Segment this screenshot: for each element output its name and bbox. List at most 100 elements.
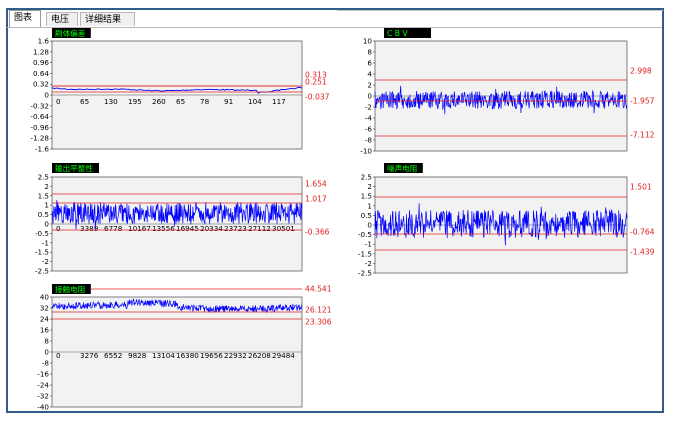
y-tick-label: 1.28 [33, 47, 49, 56]
x-tick-label: 3276 [80, 351, 99, 360]
chart-panel: 1.61.28 0.96 0.64 0.32 0 -0.32 -0.64 -0.96 -1.28… [30, 28, 330, 154]
y-tick-label: 0.64 [33, 69, 49, 78]
chart-title: 接触电阻 [55, 284, 86, 294]
chart-title: 输出平整性 [55, 163, 93, 173]
limit-value-label: -1.439 [630, 248, 655, 257]
y-tick-label: -2 [365, 103, 372, 112]
x-tick-label: 78 [200, 97, 210, 106]
y-tick-label: 0 [367, 92, 372, 101]
limit-value-label: 1.654 [305, 180, 327, 189]
y-tick-label: 1 [367, 201, 372, 210]
x-tick-label: 0 [56, 351, 61, 360]
y-tick-label: 16 [40, 326, 50, 335]
y-tick-label: 0 [44, 220, 49, 229]
x-tick-label: 10167 [128, 224, 151, 233]
x-tick-label: 30501 [272, 224, 295, 233]
x-tick-label: 0 [56, 224, 61, 233]
y-tick-label: 4 [367, 70, 372, 79]
y-tick-label: 2.5 [38, 173, 49, 182]
y-tick-label: 8 [44, 337, 49, 346]
y-tick-label: 1.5 [361, 192, 372, 201]
y-tick-label: -1.6 [35, 145, 49, 154]
x-tick-label: 9828 [128, 351, 147, 360]
limit-value-label: -0.764 [630, 228, 655, 237]
chart-panel: 2.521.510.50-0.5-1-1.5-2-2.50 3389 6778 101… [35, 163, 330, 276]
limit-value-label: -1.957 [630, 97, 655, 106]
x-tick-label: 22932 [224, 351, 247, 360]
y-tick-label: -0.96 [30, 123, 49, 132]
x-tick-label: 104 [248, 97, 262, 106]
y-tick-label: -16 [37, 370, 49, 379]
limit-value-label: -0.037 [305, 93, 330, 102]
limit-value-label: 26.121 [305, 306, 332, 315]
y-tick-label: 10 [363, 37, 373, 46]
y-tick-label: 1.6 [38, 37, 50, 46]
chart-panel: 10 8 6 4 2 0 -2 -4 -6 -8 -10 2.998 -1.957 -7.112 C B V [360, 28, 655, 156]
y-tick-label: 6 [367, 59, 372, 68]
y-tick-label: -8 [365, 136, 373, 145]
x-tick-label: 13104 [152, 351, 175, 360]
limit-value-label: 23.306 [305, 318, 332, 327]
chart-panel: 4032241680-8-16-24-32-400 3276 6552 9828 131… [37, 284, 332, 412]
y-tick-label: 24 [40, 315, 50, 324]
x-tick-label: 19656 [200, 351, 223, 360]
x-tick-label: 260 [152, 97, 166, 106]
y-tick-label: -0.5 [35, 229, 49, 238]
x-tick-label: 27112 [248, 224, 271, 233]
x-tick-label: 3389 [80, 224, 99, 233]
y-tick-label: -6 [365, 125, 373, 134]
y-tick-label: -2 [365, 259, 372, 268]
x-tick-label: 6778 [104, 224, 123, 233]
x-tick-label: 6552 [104, 351, 122, 360]
x-tick-label: 91 [224, 97, 233, 106]
x-tick-label: 65 [176, 97, 185, 106]
limit-value-label: 0.251 [305, 78, 327, 87]
x-tick-label: 20334 [200, 224, 223, 233]
x-tick-label: 0 [56, 97, 61, 106]
y-tick-label: 2 [367, 182, 372, 191]
y-tick-label: 1 [44, 201, 49, 210]
y-tick-label: -8 [42, 359, 50, 368]
y-tick-label: 0.32 [33, 80, 49, 89]
limit-value-label: -0.366 [305, 228, 330, 237]
y-tick-label: -0.32 [30, 101, 49, 110]
y-tick-label: 8 [367, 48, 372, 57]
y-tick-label: 0 [367, 221, 372, 230]
y-tick-label: 0.5 [361, 211, 372, 220]
y-tick-label: 0.5 [38, 210, 49, 219]
charts-canvas: 1.61.28 0.96 0.64 0.32 0 -0.32 -0.64 -0.96 -1.28… [30, 28, 655, 412]
x-tick-label: 130 [104, 97, 118, 106]
y-tick-label: -1 [365, 240, 372, 249]
y-tick-label: -0.5 [358, 230, 372, 239]
y-tick-label: 0.96 [33, 58, 49, 67]
y-tick-label: 2.5 [361, 173, 372, 182]
y-tick-label: 2 [44, 182, 49, 191]
x-tick-label: 29484 [272, 351, 295, 360]
y-tick-label: -0.64 [30, 112, 49, 121]
y-tick-label: -1.28 [30, 134, 49, 143]
chart-panel: 2.521.510.50-0.5-1-1.5-2-2.5 1.501 -0.764 -… [358, 163, 655, 278]
y-tick-label: -1.5 [35, 248, 49, 257]
y-tick-label: 1.5 [38, 191, 49, 200]
chart-title: 噪声电阻 [387, 163, 418, 173]
y-tick-label: -1 [42, 238, 49, 247]
y-tick-label: 2 [367, 81, 372, 90]
limit-value-label: -7.112 [630, 131, 655, 140]
limit-value-label: 1.017 [305, 195, 327, 204]
limit-value-label: 2.998 [630, 67, 652, 76]
x-tick-label: 117 [272, 97, 286, 106]
y-tick-label: 0 [44, 348, 49, 357]
y-tick-label: -4 [365, 114, 373, 123]
y-tick-label: -10 [360, 147, 372, 156]
x-tick-label: 16945 [176, 224, 199, 233]
y-tick-label: -32 [37, 392, 49, 401]
x-tick-label: 23723 [224, 224, 247, 233]
chart-title: 刷体偏差 [55, 28, 86, 38]
y-tick-label: -24 [37, 381, 49, 390]
x-tick-label: 195 [128, 97, 142, 106]
limit-value-label: 44.541 [305, 285, 332, 294]
x-tick-label: 13556 [152, 224, 175, 233]
y-tick-label: -2 [42, 257, 49, 266]
chart-title: C B V [387, 29, 408, 38]
y-tick-label: 40 [40, 293, 50, 302]
